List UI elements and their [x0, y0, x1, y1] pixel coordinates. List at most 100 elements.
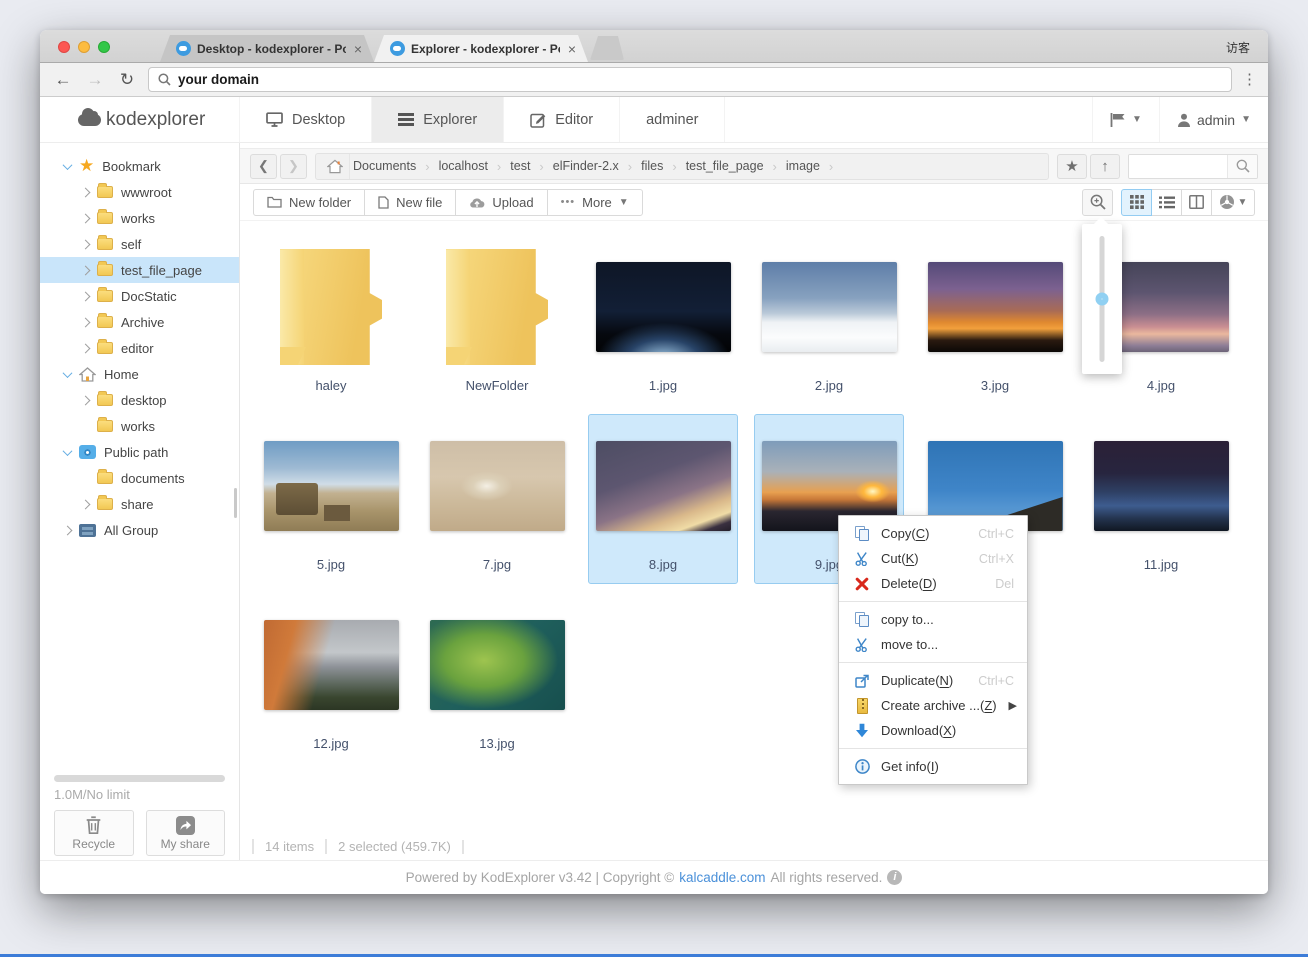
nav-tab-desktop[interactable]: Desktop	[240, 97, 372, 142]
chevron-right-icon[interactable]	[81, 317, 91, 327]
nav-tab-explorer[interactable]: Explorer	[372, 97, 504, 142]
browser-menu-icon[interactable]: ⋮	[1242, 77, 1256, 82]
chevron-right-icon[interactable]	[81, 395, 91, 405]
sidebar-item-editor[interactable]: editor	[40, 335, 239, 361]
sidebar-item-works[interactable]: works	[40, 205, 239, 231]
recycle-button[interactable]: Recycle	[54, 810, 134, 856]
chevron-right-icon[interactable]	[81, 291, 91, 301]
list-view-button[interactable]	[1151, 189, 1182, 216]
breadcrumb-item[interactable]: image	[783, 159, 823, 173]
new-folder-button[interactable]: New folder	[253, 189, 365, 216]
chevron-right-icon[interactable]	[81, 265, 91, 275]
breadcrumb-item[interactable]: localhost	[436, 159, 491, 173]
chevron-right-icon[interactable]	[63, 525, 73, 535]
sidebar-section-public-path[interactable]: Public path	[40, 439, 239, 465]
chevron-right-icon[interactable]	[81, 343, 91, 353]
breadcrumb-item[interactable]: test	[507, 159, 533, 173]
file-haley[interactable]: haley	[256, 235, 406, 405]
chevron-down-icon[interactable]	[63, 446, 73, 456]
minimize-window-button[interactable]	[78, 41, 90, 53]
menu-item-download[interactable]: Download(X)	[839, 718, 1027, 743]
file-8jpg-selected[interactable]: 8.jpg	[588, 414, 738, 584]
history-back-button[interactable]: ❮	[250, 154, 277, 179]
file-1jpg[interactable]: 1.jpg	[588, 235, 738, 405]
info-icon[interactable]: i	[887, 870, 902, 885]
file-11jpg[interactable]: 11.jpg	[1086, 414, 1236, 584]
more-dots-icon: •••	[561, 196, 576, 208]
forward-icon[interactable]: →	[84, 70, 106, 90]
sidebar-item-test-file-page[interactable]: test_file_page	[40, 257, 239, 283]
close-tab-icon[interactable]: ×	[352, 41, 364, 57]
sidebar-item-archive[interactable]: Archive	[40, 309, 239, 335]
sidebar-section-bookmark[interactable]: ★ Bookmark	[40, 153, 239, 179]
new-file-button[interactable]: New file	[364, 189, 456, 216]
sidebar-scrollbar[interactable]	[234, 488, 237, 518]
breadcrumb-home-button[interactable]	[320, 154, 350, 179]
breadcrumb-item[interactable]: Documents	[350, 159, 419, 173]
sidebar-section-all-group[interactable]: All Group	[40, 517, 239, 543]
sidebar-item-wwwroot[interactable]: wwwroot	[40, 179, 239, 205]
chevron-right-icon[interactable]	[81, 239, 91, 249]
file-7jpg[interactable]: 7.jpg	[422, 414, 572, 584]
search-button[interactable]	[1227, 155, 1257, 178]
fullscreen-window-button[interactable]	[98, 41, 110, 53]
zoom-slider-handle[interactable]	[1096, 293, 1109, 306]
menu-item-copy-to[interactable]: copy to...	[839, 607, 1027, 632]
history-forward-button[interactable]: ❯	[280, 154, 307, 179]
menu-item-duplicate[interactable]: Duplicate(N) Ctrl+C	[839, 668, 1027, 693]
sidebar-item-share[interactable]: share	[40, 491, 239, 517]
sidebar-section-home[interactable]: Home	[40, 361, 239, 387]
browser-profile-label[interactable]: 访客	[1226, 39, 1250, 56]
breadcrumb-item[interactable]: files	[638, 159, 666, 173]
chevron-right-icon[interactable]	[81, 213, 91, 223]
browser-tab-desktop[interactable]: Desktop - kodexplorer - Power ×	[160, 35, 374, 62]
language-flag-button[interactable]: ▼	[1092, 97, 1159, 142]
browser-tab-explorer[interactable]: Explorer - kodexplorer - Power ×	[374, 35, 588, 62]
menu-item-move-to[interactable]: move to...	[839, 632, 1027, 657]
app-logo[interactable]: kodexplorer	[40, 97, 240, 142]
file-13jpg[interactable]: 13.jpg	[422, 593, 572, 763]
reload-icon[interactable]: ↻	[116, 70, 138, 90]
new-tab-button[interactable]	[590, 36, 624, 60]
file-12jpg[interactable]: 12.jpg	[256, 593, 406, 763]
menu-item-delete[interactable]: Delete(D) Del	[839, 571, 1027, 596]
footer-link[interactable]: kalcaddle.com	[679, 870, 765, 885]
menu-item-get-info[interactable]: Get info(I)	[839, 754, 1027, 779]
my-share-button[interactable]: My share	[146, 810, 226, 856]
sidebar-item-docstatic[interactable]: DocStatic	[40, 283, 239, 309]
breadcrumb-item[interactable]: test_file_page	[683, 159, 767, 173]
up-directory-button[interactable]: ↑	[1090, 154, 1120, 179]
menu-item-cut[interactable]: Cut(K) Ctrl+X	[839, 546, 1027, 571]
sidebar-item-self[interactable]: self	[40, 231, 239, 257]
grid-view-button[interactable]	[1121, 189, 1152, 216]
zoom-button[interactable]	[1082, 189, 1113, 216]
search-input[interactable]	[1129, 155, 1227, 178]
file-5jpg[interactable]: 5.jpg	[256, 414, 406, 584]
nav-tab-label: Desktop	[292, 112, 345, 128]
menu-item-copy[interactable]: Copy(C) Ctrl+C	[839, 521, 1027, 546]
split-view-button[interactable]	[1181, 189, 1212, 216]
file-2jpg[interactable]: 2.jpg	[754, 235, 904, 405]
close-tab-icon[interactable]: ×	[566, 41, 578, 57]
file-3jpg[interactable]: 3.jpg	[920, 235, 1070, 405]
menu-item-create-archive[interactable]: Create archive ...(Z) ▶	[839, 693, 1027, 718]
nav-tab-editor[interactable]: Editor	[504, 97, 620, 142]
breadcrumb-item[interactable]: elFinder-2.x	[550, 159, 622, 173]
chevron-right-icon[interactable]	[81, 187, 91, 197]
sidebar-item-desktop[interactable]: desktop	[40, 387, 239, 413]
upload-button[interactable]: Upload	[455, 189, 547, 216]
file-newfolder[interactable]: NewFolder	[422, 235, 572, 405]
chevron-right-icon[interactable]	[81, 499, 91, 509]
favorite-star-button[interactable]: ★	[1057, 154, 1087, 179]
theme-button[interactable]: ▼	[1211, 189, 1255, 216]
sidebar-item-documents[interactable]: documents	[40, 465, 239, 491]
back-icon[interactable]: ←	[52, 70, 74, 90]
address-bar[interactable]: your domain	[148, 67, 1232, 92]
sidebar-item-home-works[interactable]: works	[40, 413, 239, 439]
nav-tab-adminer[interactable]: adminer	[620, 97, 725, 142]
chevron-down-icon[interactable]	[63, 368, 73, 378]
close-window-button[interactable]	[58, 41, 70, 53]
more-button[interactable]: ••• More ▼	[547, 189, 643, 216]
chevron-down-icon[interactable]	[63, 160, 73, 170]
user-menu-button[interactable]: admin ▼	[1159, 97, 1268, 142]
